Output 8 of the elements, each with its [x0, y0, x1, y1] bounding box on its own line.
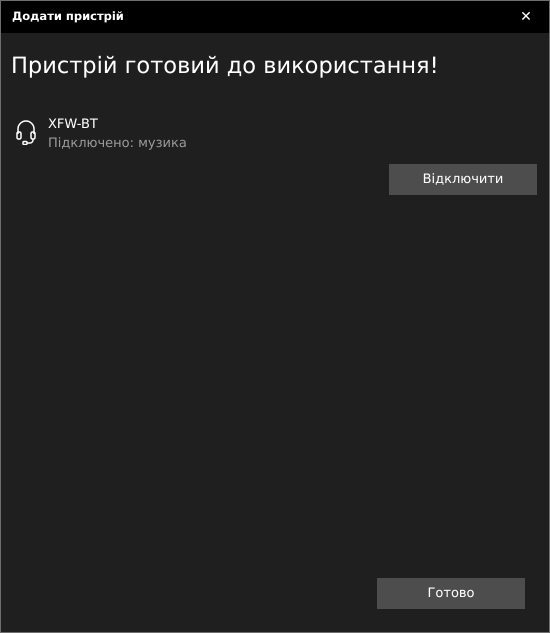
close-button[interactable]: ✕ — [503, 1, 549, 33]
device-name: XFW-BT — [48, 116, 99, 134]
window-title: Додати пристрій — [12, 8, 124, 26]
done-button[interactable]: Готово — [377, 578, 525, 609]
disconnect-button[interactable]: Відключити — [389, 164, 537, 195]
heading: Пристрій готовий до використання! — [11, 53, 440, 80]
headset-icon — [16, 119, 36, 145]
device-status: Підключено: музика — [48, 135, 187, 153]
